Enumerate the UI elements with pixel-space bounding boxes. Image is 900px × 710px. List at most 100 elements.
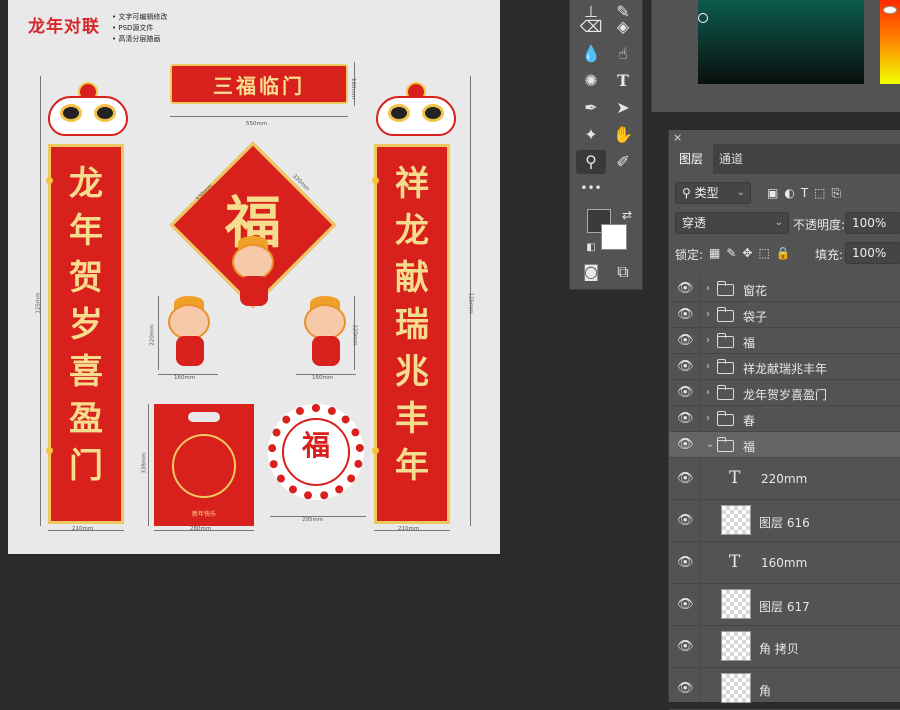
hand-icon[interactable]: ✋ xyxy=(608,123,638,147)
visibility-eye-icon[interactable]: 👁 xyxy=(677,513,694,528)
collapse-arrow-icon[interactable]: ⌄ xyxy=(706,439,714,450)
bag-ring xyxy=(172,434,236,498)
blend-mode-select[interactable]: 穿透 ⌄ xyxy=(675,212,789,234)
lock-all-icon[interactable]: 🔒 xyxy=(776,246,791,260)
visibility-eye-icon[interactable]: 👁 xyxy=(677,385,694,400)
lock-position-icon[interactable]: ✥ xyxy=(742,246,752,260)
banner-width-line xyxy=(170,116,348,117)
mascot-body xyxy=(176,336,204,366)
sponge-icon[interactable]: ✺ xyxy=(576,69,606,93)
expand-arrow-icon[interactable]: › xyxy=(706,335,710,346)
visibility-eye-icon[interactable]: 👁 xyxy=(677,437,694,452)
visibility-eye-icon[interactable]: 👁 xyxy=(677,359,694,374)
document-canvas[interactable]: 龙年对联 文字可编辑修改 PSD源文件 高清分层随画 三福临门 550mm 16… xyxy=(8,0,500,554)
layer-row-group[interactable]: 👁 › 春 xyxy=(669,406,900,432)
layer-row-text[interactable]: 👁 T 220mm xyxy=(669,458,900,500)
pixel-filter-icon[interactable]: ▣ xyxy=(767,186,778,200)
select-arrow-icon[interactable]: ➤ xyxy=(608,96,638,120)
visibility-eye-icon[interactable]: 👁 xyxy=(677,307,694,322)
layer-name: 福 xyxy=(743,440,756,454)
layer-row-group[interactable]: 👁 › 龙年贺岁喜盈门 xyxy=(669,380,900,406)
bullet-item: 高清分层随画 xyxy=(112,34,167,45)
layer-row-group[interactable]: 👁 › 福 xyxy=(669,328,900,354)
color-field[interactable] xyxy=(698,0,864,84)
visibility-eye-icon[interactable]: 👁 xyxy=(677,681,694,696)
visibility-eye-icon[interactable]: 👁 xyxy=(677,639,694,654)
expand-arrow-icon[interactable]: › xyxy=(706,283,710,294)
gold-dot xyxy=(46,177,53,184)
layer-row-text[interactable]: 👁 T 160mm xyxy=(669,542,900,584)
blur-icon[interactable]: 💧 xyxy=(576,42,606,66)
feature-bullets: 文字可编辑修改 PSD源文件 高清分层随画 xyxy=(112,12,167,45)
window-width-label: 295mm xyxy=(302,517,324,523)
default-colors-icon[interactable]: ◧ xyxy=(576,236,606,260)
fill-value: 100% xyxy=(852,246,887,260)
opacity-field[interactable]: 100% xyxy=(845,212,900,234)
lock-artboard-icon[interactable]: ⬚ xyxy=(758,246,769,260)
zoom-icon[interactable]: ⚲ xyxy=(576,150,606,174)
layer-name: 220mm xyxy=(761,472,808,486)
tab-layers[interactable]: 图层 xyxy=(669,144,714,174)
visibility-eye-icon[interactable]: 👁 xyxy=(677,411,694,426)
lock-pixels-icon[interactable]: ✎ xyxy=(726,246,736,260)
folder-icon xyxy=(717,281,734,296)
swap-colors-icon[interactable]: ⇄ xyxy=(612,203,642,227)
filter-icons: ▣ ◐ T ⬚ ⎘ xyxy=(761,180,900,206)
shape-icon[interactable]: ✦ xyxy=(576,123,606,147)
layer-row-pixel[interactable]: 👁 角 xyxy=(669,668,900,710)
chevron-down-icon: ⌄ xyxy=(774,217,783,228)
expand-arrow-icon[interactable]: › xyxy=(706,387,710,398)
mascot-right-height-label: 220mm xyxy=(351,324,358,346)
expand-arrow-icon[interactable]: › xyxy=(706,309,710,320)
color-picker-cursor[interactable] xyxy=(698,13,708,23)
layer-row-group[interactable]: 👁 › 袋子 xyxy=(669,302,900,328)
couplet-char: 祥 xyxy=(395,164,429,204)
visibility-eye-icon[interactable]: 👁 xyxy=(677,281,694,296)
gold-dot xyxy=(46,447,53,454)
expand-arrow-icon[interactable]: › xyxy=(706,413,710,424)
more-tools-icon[interactable]: ••• xyxy=(576,176,606,200)
lion-head-right xyxy=(370,82,462,140)
layer-row-group-selected[interactable]: 👁 ⌄ 福 xyxy=(669,432,900,458)
close-icon[interactable]: × xyxy=(673,131,682,144)
edit-icon[interactable]: ✐ xyxy=(608,150,638,174)
mascot-left-width-label: 160mm xyxy=(174,375,196,381)
visibility-eye-icon[interactable]: 👁 xyxy=(677,597,694,612)
layer-row-pixel[interactable]: 👁 角 拷贝 xyxy=(669,626,900,668)
tab-channels[interactable]: 通道 xyxy=(709,144,753,174)
layer-name: 角 xyxy=(759,684,772,698)
lion-eye xyxy=(94,104,116,122)
pen-icon[interactable]: ✒ xyxy=(576,96,606,120)
expand-arrow-icon[interactable]: › xyxy=(706,361,710,372)
visibility-eye-icon[interactable]: 👁 xyxy=(677,555,694,570)
shape-filter-icon[interactable]: ⬚ xyxy=(814,186,825,200)
type-icon[interactable]: T xyxy=(608,69,638,93)
couplet-char: 龙 xyxy=(69,164,103,204)
bag-footer-text: 新年快乐 xyxy=(191,511,216,518)
layer-row-group[interactable]: 👁 › 祥龙献瑞兆丰年 xyxy=(669,354,900,380)
fill-icon[interactable]: ◈ xyxy=(608,15,638,39)
right-width-label: 210mm xyxy=(398,526,420,532)
layer-row-group[interactable]: 👁 › 窗花 xyxy=(669,276,900,302)
smart-object-filter-icon[interactable]: ⎘ xyxy=(832,186,842,201)
layer-row-pixel[interactable]: 👁 图层 616 xyxy=(669,500,900,542)
adjustment-filter-icon[interactable]: ◐ xyxy=(784,186,794,200)
type-filter-icon[interactable]: T xyxy=(801,186,808,200)
visibility-eye-icon[interactable]: 👁 xyxy=(677,333,694,348)
folder-icon xyxy=(717,359,734,374)
layer-filter-select[interactable]: ⚲ 类型 ⌄ xyxy=(675,182,751,204)
smudge-icon[interactable]: ☝ xyxy=(608,42,638,66)
lock-transparency-icon[interactable]: ▦ xyxy=(709,246,720,260)
visibility-eye-icon[interactable]: 👁 xyxy=(677,471,694,486)
fill-field[interactable]: 100% xyxy=(845,242,900,264)
eraser-icon[interactable]: ⌫ xyxy=(576,15,606,39)
opacity-value: 100% xyxy=(852,216,887,230)
quick-mask-icon[interactable]: ◙ xyxy=(576,260,606,284)
layer-row-pixel[interactable]: 👁 图层 617 xyxy=(669,584,900,626)
mascot-right-width-label: 160mm xyxy=(312,375,334,381)
mascot-body xyxy=(312,336,340,366)
screen-mode-icon[interactable]: ⧉ xyxy=(608,260,638,284)
hue-slider-handle[interactable] xyxy=(883,6,897,14)
red-gift-bag: 新年快乐 xyxy=(154,404,254,526)
lion-eye xyxy=(388,104,410,122)
